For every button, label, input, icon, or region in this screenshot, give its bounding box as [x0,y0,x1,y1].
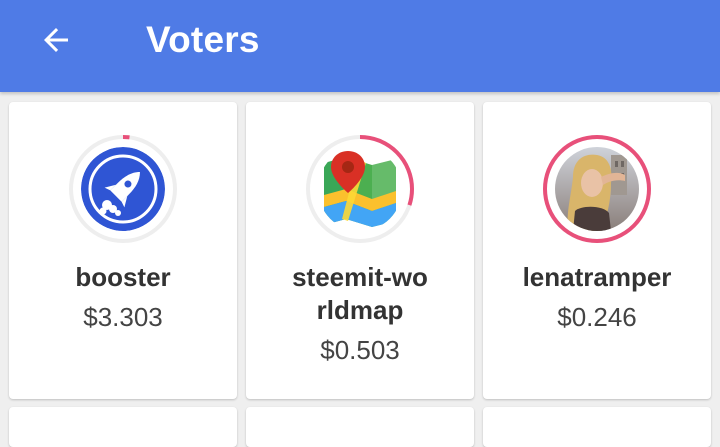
rocket-icon [81,147,165,231]
voter-card[interactable] [9,407,237,447]
voters-grid: booster $3.303 steemit-worldmap $0.503 l… [0,92,720,447]
back-button[interactable] [28,18,84,62]
page-title: Voters [146,19,260,60]
voter-payout: $0.246 [557,302,637,332]
voter-card-steemit-worldmap[interactable]: steemit-worldmap $0.503 [246,102,474,399]
user-photo [555,147,639,231]
voter-card[interactable] [246,407,474,447]
avatar [542,134,652,244]
voter-card[interactable] [483,407,711,447]
voter-card-booster[interactable]: booster $3.303 [9,102,237,399]
map-pin-icon [318,147,402,231]
voter-card-lenatramper[interactable]: lenatramper $0.246 [483,102,711,399]
voter-name: booster [75,262,171,292]
voter-payout: $3.303 [83,302,163,332]
avatar [68,134,178,244]
avatar [305,134,415,244]
voter-name: lenatramper [522,262,672,292]
voter-payout: $0.503 [320,335,400,365]
app-bar: Voters [0,0,720,92]
arrow-left-icon [44,28,68,52]
voter-name: steemit-worldmap [292,262,428,325]
